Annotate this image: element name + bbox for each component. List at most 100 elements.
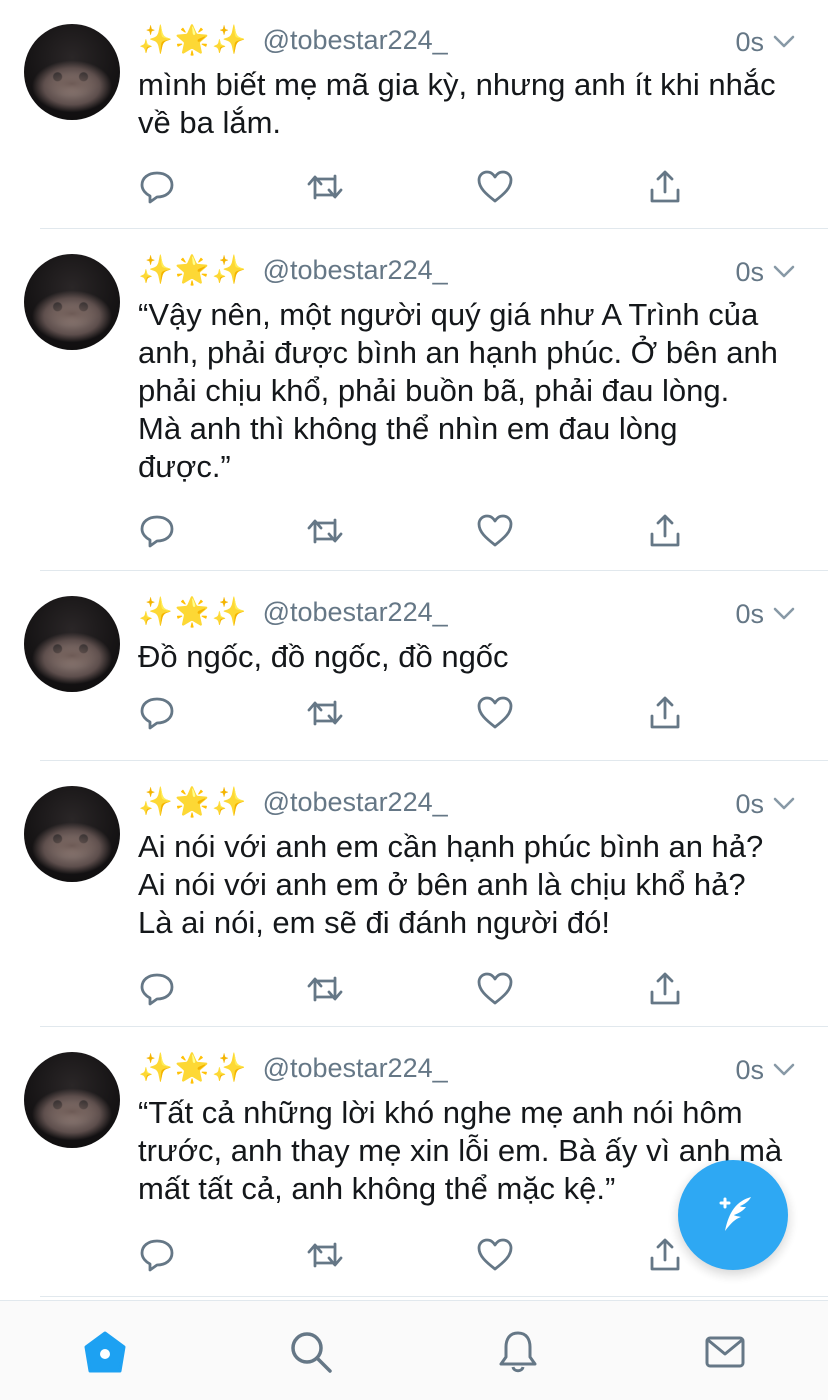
divider (40, 760, 828, 761)
tweet[interactable]: ✨🌟✨ @tobestar224_ 0s Đồ ngốc, đồ ngốc, đ… (0, 572, 828, 760)
retweet-button[interactable] (306, 1236, 344, 1274)
share-icon (646, 1238, 684, 1278)
like-button[interactable] (476, 694, 514, 732)
heart-icon (476, 972, 514, 1012)
display-name[interactable]: ✨🌟✨ (138, 592, 249, 632)
tweet-header: ✨🌟✨ @tobestar224_ (138, 592, 448, 632)
share-button[interactable] (646, 168, 684, 206)
display-name[interactable]: ✨🌟✨ (138, 250, 249, 290)
user-handle[interactable]: @tobestar224_ (263, 250, 448, 290)
share-button[interactable] (646, 694, 684, 732)
like-button[interactable] (476, 970, 514, 1008)
chevron-down-icon[interactable] (772, 602, 796, 626)
tweet-actions (138, 512, 698, 552)
tweet-text: Ai nói với anh em cần hạnh phúc bình an … (138, 829, 764, 940)
timestamp: 0s (735, 599, 764, 629)
divider (40, 1296, 828, 1297)
search-icon (291, 1332, 332, 1373)
share-icon (646, 696, 684, 736)
tweet-text: “Vậy nên, một người quý giá như A Trình … (138, 297, 778, 484)
tweet-header: ✨🌟✨ @tobestar224_ (138, 1048, 448, 1088)
tweet-header: ✨🌟✨ @tobestar224_ (138, 782, 448, 822)
display-name[interactable]: ✨🌟✨ (138, 782, 249, 822)
avatar[interactable] (24, 786, 120, 882)
share-button[interactable] (646, 512, 684, 550)
messages-icon (705, 1336, 745, 1368)
notifications-icon (499, 1331, 537, 1373)
timestamp: 0s (735, 257, 764, 287)
retweet-button[interactable] (306, 168, 344, 206)
avatar[interactable] (24, 24, 120, 120)
divider (40, 1026, 828, 1027)
retweet-button[interactable] (306, 970, 344, 1008)
tweet-actions (138, 970, 698, 1010)
tab-notifications[interactable] (493, 1327, 543, 1377)
tweet-actions (138, 168, 698, 208)
user-handle[interactable]: @tobestar224_ (263, 782, 448, 822)
bottom-tab-bar (0, 1300, 828, 1400)
share-button[interactable] (646, 970, 684, 1008)
like-button[interactable] (476, 168, 514, 206)
reply-button[interactable] (138, 694, 176, 732)
avatar[interactable] (24, 1052, 120, 1148)
share-icon (646, 170, 684, 210)
tweet[interactable]: ✨🌟✨ @tobestar224_ 0s mình biết mẹ mã gia… (0, 0, 828, 228)
reply-icon (138, 973, 176, 1012)
like-button[interactable] (476, 512, 514, 550)
reply-icon (138, 697, 176, 736)
tweet[interactable]: ✨🌟✨ @tobestar224_ 0s “Vậy nên, một người… (0, 230, 828, 570)
reply-icon (138, 171, 176, 210)
like-button[interactable] (476, 1236, 514, 1274)
timestamp: 0s (735, 789, 764, 819)
tab-search[interactable] (286, 1327, 336, 1377)
avatar[interactable] (24, 254, 120, 350)
user-handle[interactable]: @tobestar224_ (263, 20, 448, 60)
share-icon (646, 514, 684, 554)
divider (40, 570, 828, 571)
timestamp: 0s (735, 27, 764, 57)
tweet-actions (138, 694, 698, 734)
retweet-icon (306, 700, 344, 736)
tab-home[interactable] (80, 1327, 130, 1377)
compose-tweet-button[interactable] (678, 1160, 788, 1270)
tweet[interactable]: ✨🌟✨ @tobestar224_ 0s Ai nói với anh em c… (0, 762, 828, 1026)
compose-tweet-icon (719, 1197, 751, 1231)
user-handle[interactable]: @tobestar224_ (263, 592, 448, 632)
tweet-header: ✨🌟✨ @tobestar224_ (138, 250, 448, 290)
home-icon (84, 1331, 126, 1373)
divider (40, 228, 828, 229)
avatar[interactable] (24, 596, 120, 692)
chevron-down-icon[interactable] (772, 1058, 796, 1082)
reply-button[interactable] (138, 1236, 176, 1274)
reply-button[interactable] (138, 970, 176, 1008)
tab-messages[interactable] (700, 1327, 750, 1377)
retweet-button[interactable] (306, 512, 344, 550)
retweet-icon (306, 976, 344, 1012)
reply-button[interactable] (138, 512, 176, 550)
retweet-icon (306, 1242, 344, 1278)
display-name[interactable]: ✨🌟✨ (138, 1048, 249, 1088)
heart-icon (476, 696, 514, 736)
tweet-text: Đồ ngốc, đồ ngốc, đồ ngốc (138, 639, 509, 674)
user-handle[interactable]: @tobestar224_ (263, 1048, 448, 1088)
share-icon (646, 972, 684, 1012)
chevron-down-icon[interactable] (772, 260, 796, 284)
share-button[interactable] (646, 1236, 684, 1274)
retweet-icon (306, 174, 344, 210)
chevron-down-icon[interactable] (772, 792, 796, 816)
timestamp: 0s (735, 1055, 764, 1085)
heart-icon (476, 170, 514, 210)
display-name[interactable]: ✨🌟✨ (138, 20, 249, 60)
timeline: ✨🌟✨ @tobestar224_ 0s mình biết mẹ mã gia… (0, 0, 828, 1300)
retweet-icon (306, 518, 344, 554)
tweet-actions (138, 1236, 698, 1276)
reply-icon (138, 515, 176, 554)
reply-button[interactable] (138, 168, 176, 206)
chevron-down-icon[interactable] (772, 30, 796, 54)
heart-icon (476, 514, 514, 554)
heart-icon (476, 1238, 514, 1278)
retweet-button[interactable] (306, 694, 344, 732)
tweet-header: ✨🌟✨ @tobestar224_ (138, 20, 448, 60)
reply-icon (138, 1239, 176, 1278)
tweet-text: mình biết mẹ mã gia kỳ, nhưng anh ít khi… (138, 67, 776, 140)
